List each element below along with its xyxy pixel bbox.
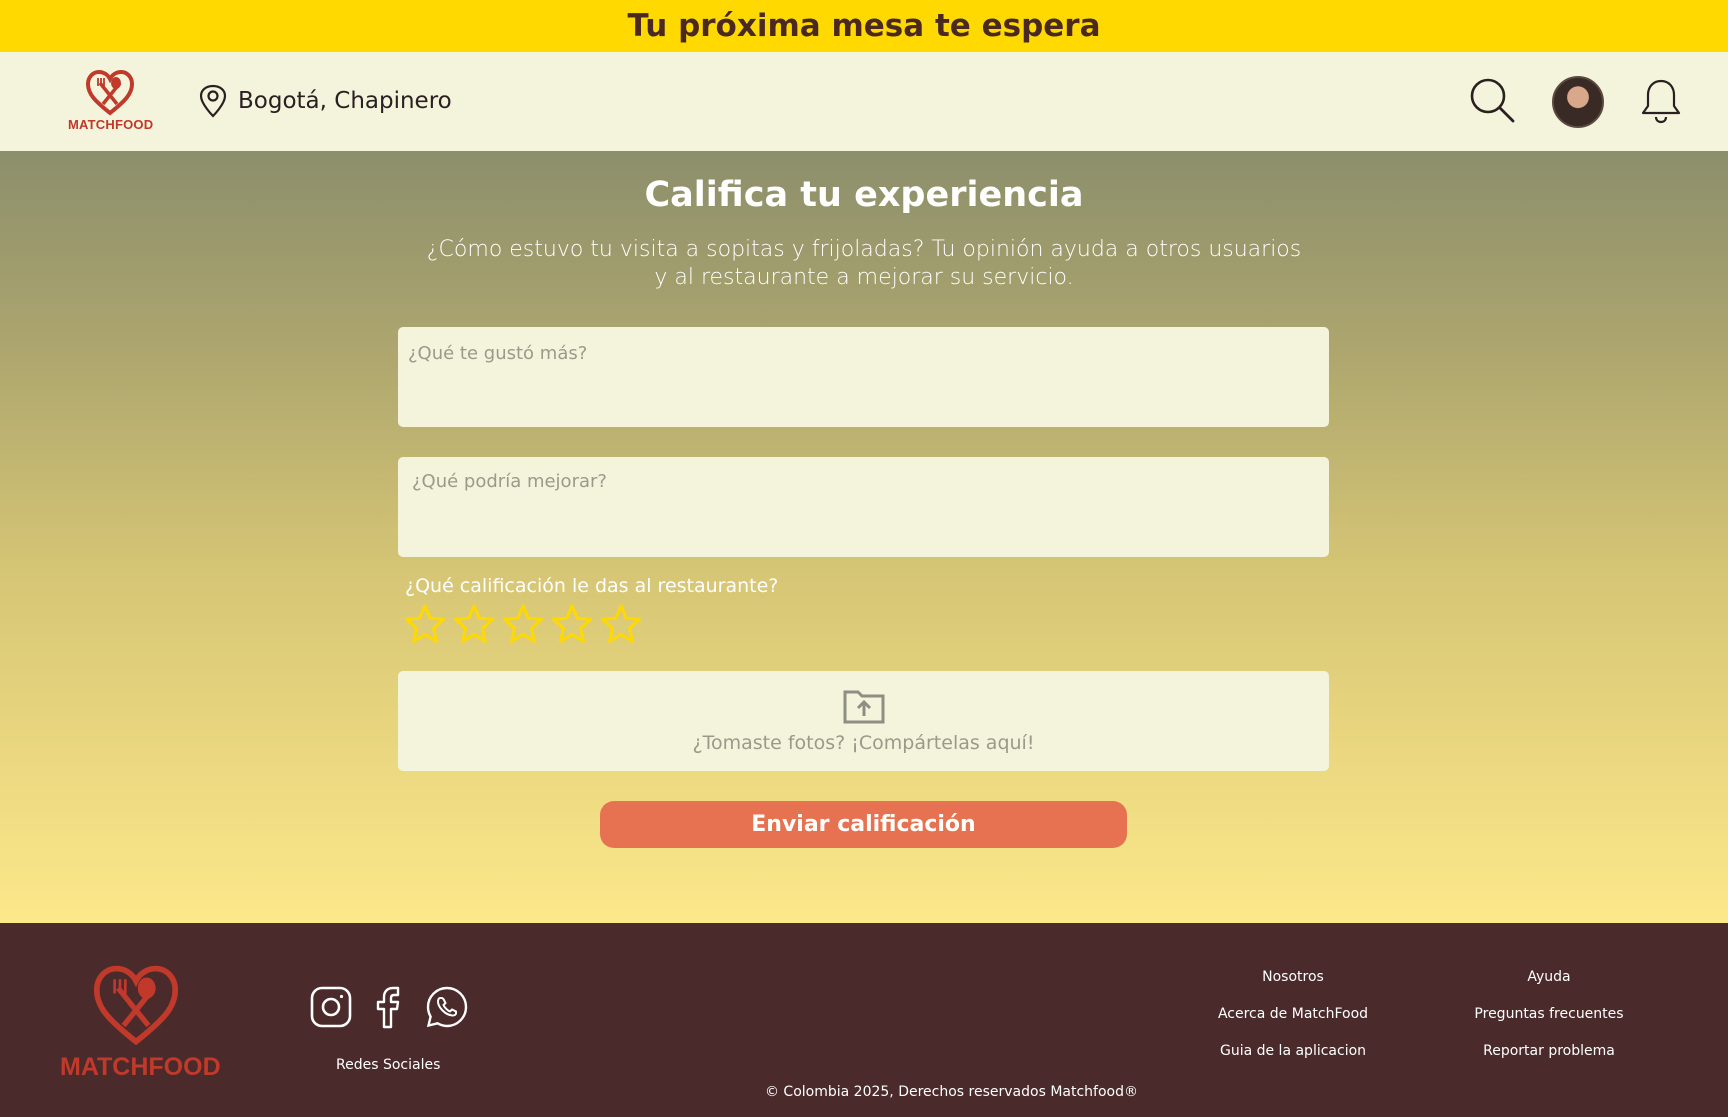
search-button[interactable] — [1468, 76, 1516, 129]
upload-text: ¿Tomaste fotos? ¡Compártelas aquí! — [692, 732, 1035, 754]
heart-utensils-icon — [93, 965, 179, 1046]
page-title: Califica tu experiencia — [644, 175, 1084, 215]
rating-section: Califica tu experiencia ¿Cómo estuvo tu … — [0, 151, 1728, 923]
star-icon[interactable] — [600, 603, 642, 645]
notifications-button[interactable] — [1640, 78, 1682, 129]
star-icon[interactable] — [551, 603, 593, 645]
footer-link-about[interactable]: Acerca de MatchFood — [1183, 1004, 1403, 1041]
social-links — [310, 985, 468, 1034]
logo[interactable]: MATCHFOOD — [68, 70, 154, 140]
footer-logo[interactable]: MATCHFOOD — [60, 965, 221, 1082]
facebook-icon — [376, 986, 400, 1029]
footer: MATCHFOOD Redes Sociales Nosotros Acerca… — [0, 923, 1728, 1117]
banner-text: Tu próxima mesa te espera — [627, 8, 1101, 44]
footer-col-ayuda: Ayuda Preguntas frecuentes Reportar prob… — [1439, 967, 1659, 1078]
location-selector[interactable]: Bogotá, Chapinero — [198, 84, 452, 118]
promo-banner: Tu próxima mesa te espera — [0, 0, 1728, 52]
star-rating[interactable] — [404, 603, 642, 645]
footer-link-guide[interactable]: Guia de la aplicacion — [1183, 1041, 1403, 1078]
instagram-link[interactable] — [310, 986, 352, 1033]
improve-input[interactable] — [398, 457, 1329, 557]
star-icon[interactable] — [404, 603, 446, 645]
social-label: Redes Sociales — [336, 1057, 441, 1073]
photo-upload[interactable]: ¿Tomaste fotos? ¡Compártelas aquí! — [398, 671, 1329, 771]
footer-link-report[interactable]: Reportar problema — [1439, 1041, 1659, 1078]
liked-most-input[interactable] — [398, 327, 1329, 427]
footer-col-title: Ayuda — [1527, 969, 1571, 985]
footer-link-faq[interactable]: Preguntas frecuentes — [1439, 1004, 1659, 1041]
avatar[interactable] — [1552, 76, 1604, 128]
location-text: Bogotá, Chapinero — [238, 88, 452, 114]
submit-rating-button[interactable]: Enviar calificación — [600, 801, 1127, 848]
rating-label: ¿Qué calificación le das al restaurante? — [405, 575, 779, 597]
map-pin-icon — [199, 84, 227, 118]
facebook-link[interactable] — [372, 985, 406, 1034]
copyright: © Colombia 2025, Derechos reservados Mat… — [764, 1084, 1138, 1100]
star-icon[interactable] — [453, 603, 495, 645]
page-subtitle: ¿Cómo estuvo tu visita a sopitas y frijo… — [426, 237, 1302, 290]
logo-text: MATCHFOOD — [68, 117, 154, 132]
whatsapp-icon — [426, 986, 468, 1028]
footer-col-title: Nosotros — [1262, 969, 1324, 985]
instagram-icon — [310, 986, 352, 1028]
footer-logo-text: MATCHFOOD — [60, 1053, 221, 1081]
heart-utensils-icon — [85, 70, 135, 116]
whatsapp-link[interactable] — [426, 986, 468, 1033]
header: MATCHFOOD Bogotá, Chapinero — [0, 52, 1728, 151]
star-icon[interactable] — [502, 603, 544, 645]
folder-upload-icon — [843, 690, 884, 724]
search-icon — [1470, 78, 1515, 123]
footer-col-nosotros: Nosotros Acerca de MatchFood Guia de la … — [1183, 967, 1403, 1078]
bell-icon — [1641, 79, 1681, 124]
